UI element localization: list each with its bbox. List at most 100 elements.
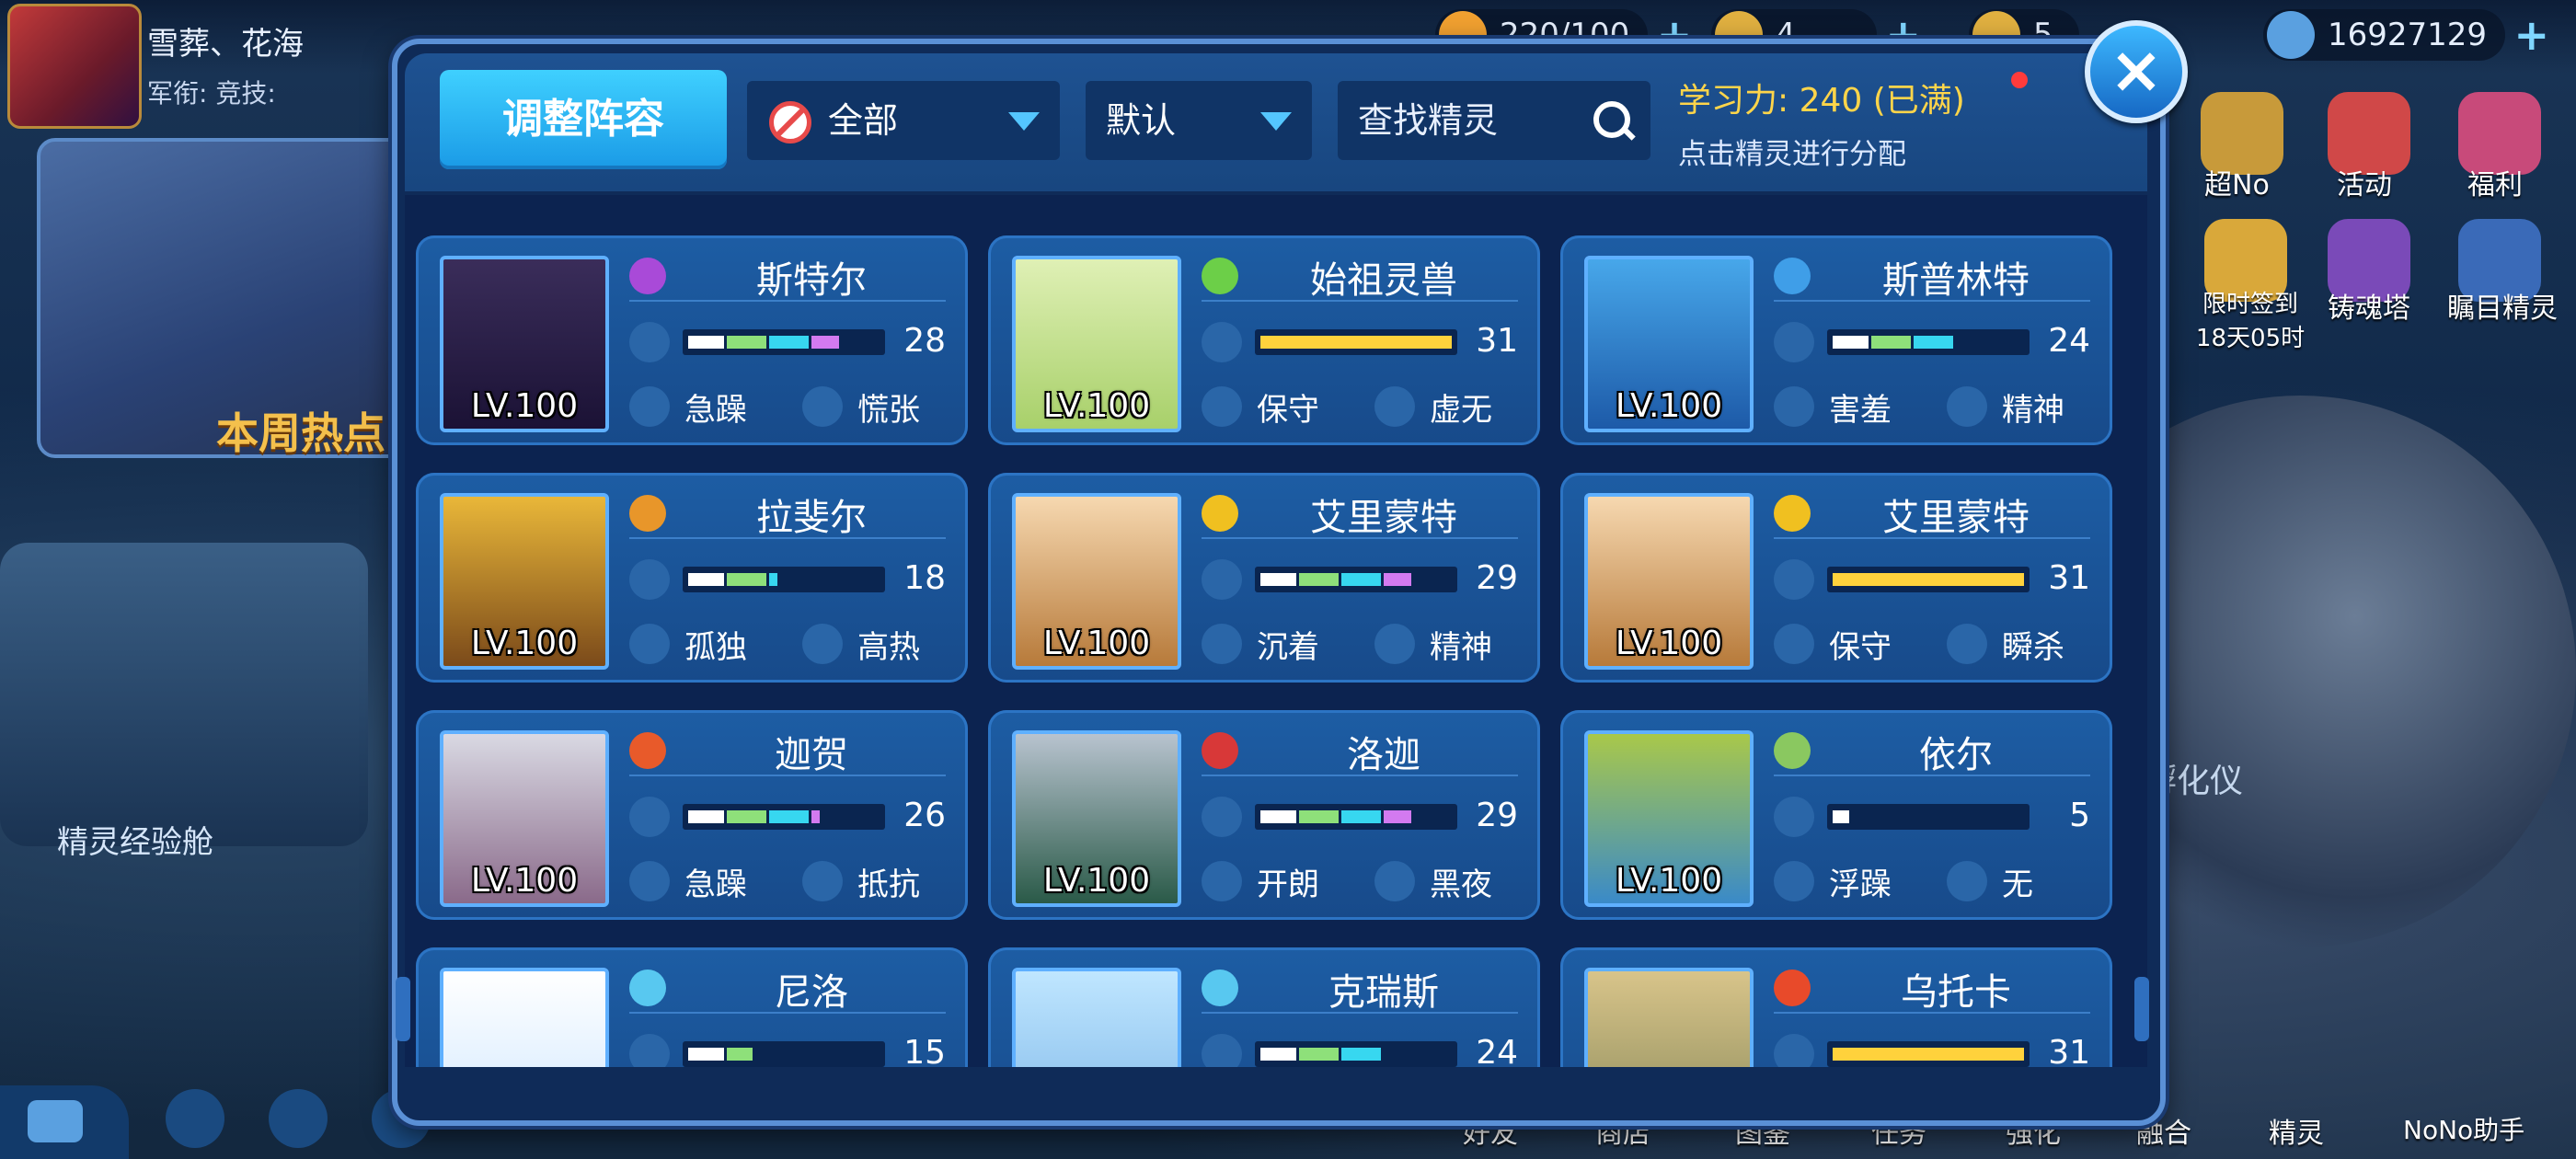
element-icon: [629, 495, 666, 532]
characteristic-icon: [802, 861, 843, 901]
element-icon: [1202, 732, 1238, 769]
bar-segment: [688, 1048, 724, 1061]
search-input[interactable]: 查找精灵: [1338, 81, 1650, 160]
spirit-card[interactable]: LV.100 始祖灵兽 31 保守 虚无: [988, 235, 1540, 445]
nature-icon: [1202, 861, 1242, 901]
spirit-portrait: LV.100: [1584, 256, 1754, 432]
resource-planet-coin[interactable]: 16927129 +: [2263, 9, 2549, 61]
right-scroll-handle[interactable]: [2134, 977, 2149, 1041]
spirit-card[interactable]: LV.100 艾里蒙特 29 沉着 精神: [988, 473, 1540, 683]
stat-bars-icon: [629, 1034, 670, 1067]
nature-icon: [1774, 624, 1814, 664]
spirit-level: LV.100: [1042, 862, 1151, 900]
spirit-name: 斯普林特: [1882, 259, 2030, 302]
search-icon[interactable]: [1593, 101, 1630, 138]
mail-icon[interactable]: [269, 1089, 328, 1148]
spirit-card[interactable]: LV.100 尼洛 15: [416, 947, 968, 1067]
nature-icon: [1774, 861, 1814, 901]
sort-value: 默认: [1106, 100, 1177, 141]
nature-icon: [1202, 386, 1242, 427]
player-avatar[interactable]: [7, 4, 142, 129]
spirit-card[interactable]: LV.100 洛迦 29 开朗 黑夜: [988, 710, 1540, 920]
spirit-name: 拉斐尔: [756, 497, 867, 539]
spirit-card[interactable]: LV.100 斯特尔 28 急躁 慌张: [416, 235, 968, 445]
characteristic-icon: [802, 386, 843, 427]
learning-power-bar: [1255, 1041, 1457, 1067]
spirit-card[interactable]: LV.100 艾里蒙特 31 保守 瞬杀: [1560, 473, 2112, 683]
spirit-characteristic: 虚无: [1430, 392, 1492, 429]
add-planet-coin-button[interactable]: +: [2514, 9, 2550, 61]
spirit-card[interactable]: LV.100 拉斐尔 18 孤独 高热: [416, 473, 968, 683]
search-placeholder: 查找精灵: [1358, 100, 1499, 141]
bar-segment: [1833, 1048, 2024, 1061]
spirit-nature: 急躁: [684, 392, 747, 429]
exp-capsule-label: 精灵经验舱: [57, 824, 213, 861]
bar-segment: [1341, 573, 1381, 586]
nature-icon: [1202, 624, 1242, 664]
learning-power-bar: [1827, 329, 2030, 355]
learning-power-value: 18: [903, 559, 946, 597]
bar-segment: [727, 573, 766, 586]
nav-spirits[interactable]: 精灵: [2269, 1110, 2324, 1151]
learning-power-bar: [1827, 804, 2030, 830]
stat-bars-icon: [629, 559, 670, 600]
name-divider: [1774, 1012, 2090, 1014]
spirit-level: LV.100: [470, 625, 579, 662]
close-button[interactable]: ×: [2085, 20, 2188, 123]
name-divider: [1202, 1012, 1518, 1014]
filter-dropdown[interactable]: 全部: [747, 81, 1060, 160]
bar-segment: [1260, 336, 1452, 349]
spirit-card[interactable]: LV.100 斯普林特 24 害羞 精神: [1560, 235, 2112, 445]
learning-power-value: 15: [903, 1034, 946, 1067]
bar-segment: [1260, 1048, 1296, 1061]
chat-icon: [28, 1100, 83, 1142]
spirit-level: LV.100: [1615, 625, 1723, 662]
spirit-level: LV.100: [1615, 862, 1723, 900]
spirit-name: 艾里蒙特: [1882, 497, 2030, 539]
spirit-name: 乌托卡: [1901, 971, 2011, 1014]
spirit-card[interactable]: LV.100 乌托卡 31: [1560, 947, 2112, 1067]
stat-bars-icon: [1202, 1034, 1242, 1067]
learning-power-bar: [1827, 1041, 2030, 1067]
bar-segment: [1260, 573, 1296, 586]
spirit-portrait: LV.100: [1584, 493, 1754, 670]
eye-icon[interactable]: [166, 1089, 224, 1148]
assign-hint: 点击精灵进行分配: [1678, 138, 1906, 171]
adjust-lineup-button[interactable]: 调整阵容: [440, 70, 727, 169]
stat-bars-icon: [629, 797, 670, 837]
name-divider: [1202, 775, 1518, 776]
nature-icon: [629, 624, 670, 664]
stat-bars-icon: [1202, 559, 1242, 600]
player-name: 雪葬、花海: [147, 26, 304, 63]
player-rank: 军衔: 竞技:: [147, 78, 276, 109]
spirit-card[interactable]: LV.100 迦贺 26 急躁 抵抗: [416, 710, 968, 920]
stat-bars-icon: [1774, 797, 1814, 837]
element-icon: [1774, 495, 1811, 532]
spirit-card[interactable]: LV.100 依尔 5 浮躁 无: [1560, 710, 2112, 920]
welfare-label: 福利: [2467, 169, 2523, 201]
spirit-name: 克瑞斯: [1328, 971, 1439, 1014]
nav-nono-helper[interactable]: NoNo助手: [2403, 1110, 2524, 1147]
bar-segment: [769, 573, 777, 586]
stat-bars-icon: [1202, 797, 1242, 837]
spirit-name: 洛迦: [1347, 734, 1420, 776]
characteristic-icon: [1374, 386, 1415, 427]
left-scroll-handle[interactable]: [396, 977, 410, 1041]
exp-capsule[interactable]: [0, 543, 368, 846]
bar-segment: [769, 810, 809, 823]
element-icon: [1774, 970, 1811, 1006]
characteristic-icon: [1947, 624, 1987, 664]
sort-dropdown[interactable]: 默认: [1086, 81, 1312, 160]
bar-segment: [688, 810, 724, 823]
bar-segment: [727, 336, 766, 349]
learning-power-value: 29: [1476, 797, 1518, 834]
name-divider: [1202, 300, 1518, 302]
activity-label: 活动: [2337, 169, 2392, 201]
learning-power-bar: [1255, 567, 1457, 592]
spirit-portrait: LV.100: [1012, 256, 1181, 432]
spirit-portrait: LV.100: [440, 730, 609, 907]
learning-power-bar: [683, 567, 885, 592]
spirit-card[interactable]: LV.100 克瑞斯 24: [988, 947, 1540, 1067]
element-icon: [629, 258, 666, 294]
learning-power-value: 31: [2048, 559, 2090, 597]
